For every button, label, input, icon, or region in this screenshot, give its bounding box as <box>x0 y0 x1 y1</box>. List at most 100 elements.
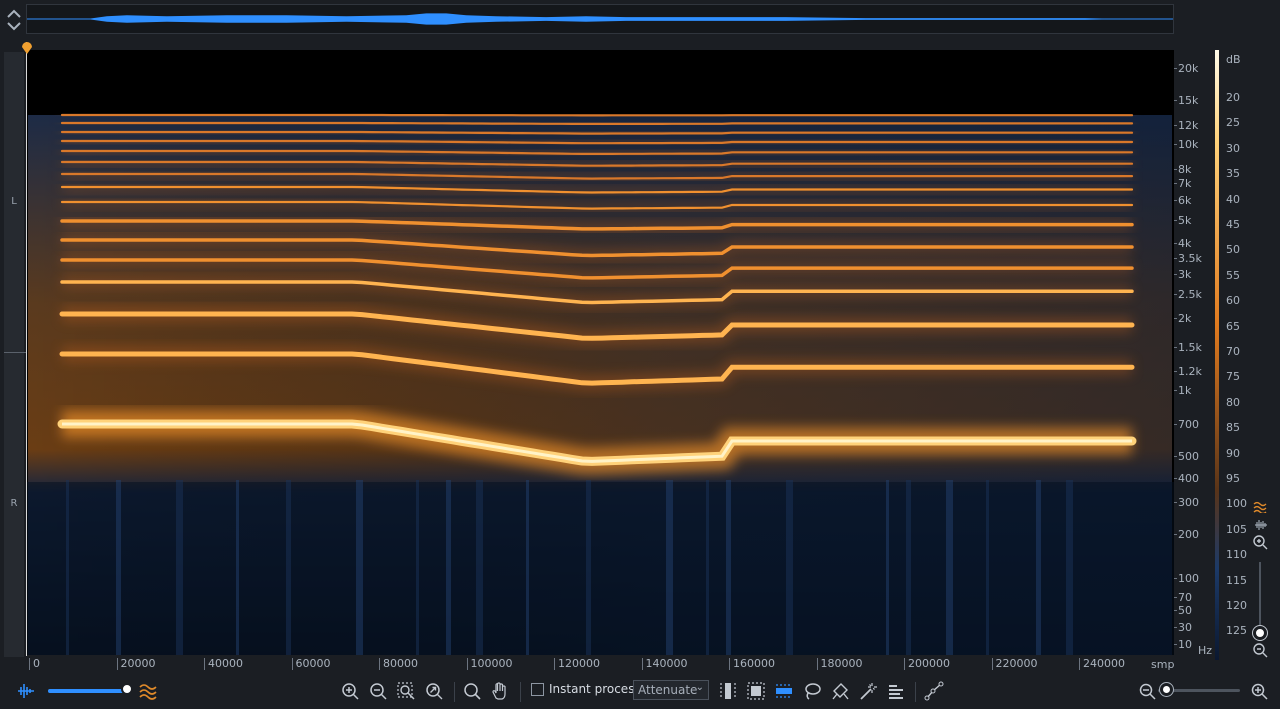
db-tick-label: 60 <box>1226 294 1240 308</box>
freq-tick-label: 1k <box>1173 384 1192 397</box>
db-tick-label: 70 <box>1226 345 1240 358</box>
spectrogram-icon[interactable] <box>1253 498 1267 515</box>
freq-tick-label: 30 <box>1174 621 1192 634</box>
db-axis: dB 20 25 30 35 40 45 50 55 60 65 70 75 80 85 90 95 100 10… <box>1222 50 1252 660</box>
spectral-texture <box>286 480 291 655</box>
channel-divider <box>4 352 26 353</box>
freq-zoom-in-icon[interactable] <box>1252 534 1268 550</box>
freq-tick-label: 500 <box>1174 450 1199 463</box>
mode-select-value: Attenuate <box>638 683 698 697</box>
freq-tick-label: 1.5k <box>1174 341 1202 354</box>
hand-icon[interactable] <box>490 681 510 701</box>
freq-tick-label: 200 <box>1174 528 1199 541</box>
db-tick-label: 105 <box>1226 522 1247 536</box>
db-tick-label: 25 <box>1226 116 1240 130</box>
instant-process-checkbox[interactable] <box>531 683 544 696</box>
spectral-texture <box>666 480 673 655</box>
db-tick-label: 90 <box>1226 446 1240 460</box>
spectral-texture <box>176 480 183 655</box>
freq-tick-label: 70 <box>1174 591 1192 604</box>
balance-slider-knob[interactable] <box>121 683 133 695</box>
time-tick-label: 20000 <box>116 658 156 670</box>
time-tick-label: 160000 <box>729 658 775 670</box>
db-unit-label: dB <box>1226 53 1241 66</box>
db-tick-label: 20 <box>1226 91 1240 104</box>
playhead[interactable] <box>26 42 27 656</box>
db-tick-label: 40 <box>1226 192 1240 206</box>
toolbar-separator <box>915 682 916 702</box>
time-tick-label: 200000 <box>904 658 950 670</box>
time-tick-label: 40000 <box>204 658 243 670</box>
freq-tick-label: 3k <box>1173 268 1192 281</box>
db-tick-label: 120 <box>1226 599 1247 612</box>
harmonic-line <box>60 121 1134 125</box>
waveform-icon[interactable] <box>16 681 36 701</box>
time-frequency-selection-icon[interactable] <box>746 681 766 701</box>
time-unit-label: smp <box>1151 658 1175 671</box>
spectral-texture <box>1066 480 1073 655</box>
db-tick-label: 100 <box>1226 497 1247 511</box>
time-zoom-in-icon[interactable] <box>1250 682 1268 700</box>
freq-zoom-out-icon[interactable] <box>1252 642 1268 658</box>
overview-toggle-icon[interactable] <box>4 6 24 34</box>
freq-tick-label: 12k <box>1173 119 1199 132</box>
freq-tick-label: 20k <box>1173 62 1199 75</box>
toolbar-separator <box>454 682 455 702</box>
spectral-texture <box>786 480 793 655</box>
db-tick-label: 115 <box>1226 573 1247 587</box>
db-tick-label: 50 <box>1226 243 1240 257</box>
overview-waveform[interactable] <box>26 4 1174 34</box>
time-tick-label: 100000 <box>466 658 513 670</box>
waveform-icon[interactable] <box>1254 516 1268 530</box>
curve-icon[interactable] <box>924 681 944 701</box>
magnify-icon[interactable] <box>462 681 482 701</box>
freq-tick-label: 5k <box>1173 214 1192 227</box>
bottom-toolbar: Instant process Attenuate ⌄ <box>0 674 1280 709</box>
spectral-texture <box>906 480 911 655</box>
freq-tick-label: 6k <box>1173 194 1192 207</box>
freq-tick-label: 7k <box>1173 177 1192 190</box>
time-tick-label: 0 <box>29 658 40 670</box>
freq-tick-label: 10 <box>1174 638 1192 651</box>
balance-slider-fill <box>48 689 124 693</box>
magic-wand-icon[interactable] <box>858 681 878 701</box>
playhead-marker-icon[interactable] <box>21 39 33 54</box>
time-zoom-slider-knob[interactable] <box>1160 683 1173 696</box>
spectral-texture <box>886 480 889 655</box>
freq-tick-label: 10k <box>1173 138 1199 151</box>
lasso-icon[interactable] <box>802 681 822 701</box>
time-selection-icon[interactable] <box>718 681 738 701</box>
spectral-texture <box>726 480 731 655</box>
spectral-texture <box>446 480 451 655</box>
instant-process-mode-select[interactable]: Attenuate ⌄ <box>633 680 709 700</box>
freq-zoom-slider-knob[interactable] <box>1253 626 1267 640</box>
spectral-texture <box>116 480 121 655</box>
brush-icon[interactable] <box>830 681 850 701</box>
zoom-selection-icon[interactable] <box>396 681 416 701</box>
zoom-in-icon[interactable] <box>340 681 360 701</box>
spectral-texture <box>526 480 529 655</box>
freq-tick-label: 4k <box>1173 237 1192 250</box>
db-tick-label: 35 <box>1226 167 1240 181</box>
spectrogram-view[interactable] <box>26 50 1174 655</box>
db-tick-label: 80 <box>1226 395 1240 409</box>
spectral-texture <box>416 480 419 655</box>
db-tick-label: 95 <box>1226 472 1240 485</box>
db-tick-label: 110 <box>1226 548 1247 562</box>
db-tick-label: 125 <box>1226 624 1247 638</box>
freq-tick-label: 100 <box>1174 572 1199 585</box>
spectral-texture <box>586 480 591 655</box>
freq-zoom-slider-track[interactable] <box>1259 562 1261 632</box>
freq-tick-label: 700 <box>1174 418 1199 431</box>
harmonic-selection-icon[interactable] <box>886 681 906 701</box>
channel-strip <box>4 52 24 657</box>
zoom-fit-icon[interactable] <box>424 681 444 701</box>
frequency-selection-icon[interactable] <box>774 681 794 701</box>
zoom-out-icon[interactable] <box>368 681 388 701</box>
db-tick-label: 30 <box>1226 141 1240 155</box>
frequency-unit-label: Hz <box>1198 644 1213 657</box>
time-zoom-out-icon[interactable] <box>1138 682 1156 700</box>
freq-tick-label: 300 <box>1174 496 1199 509</box>
spectrogram-icon[interactable] <box>138 681 158 701</box>
freq-tick-label: 2k <box>1173 312 1192 325</box>
